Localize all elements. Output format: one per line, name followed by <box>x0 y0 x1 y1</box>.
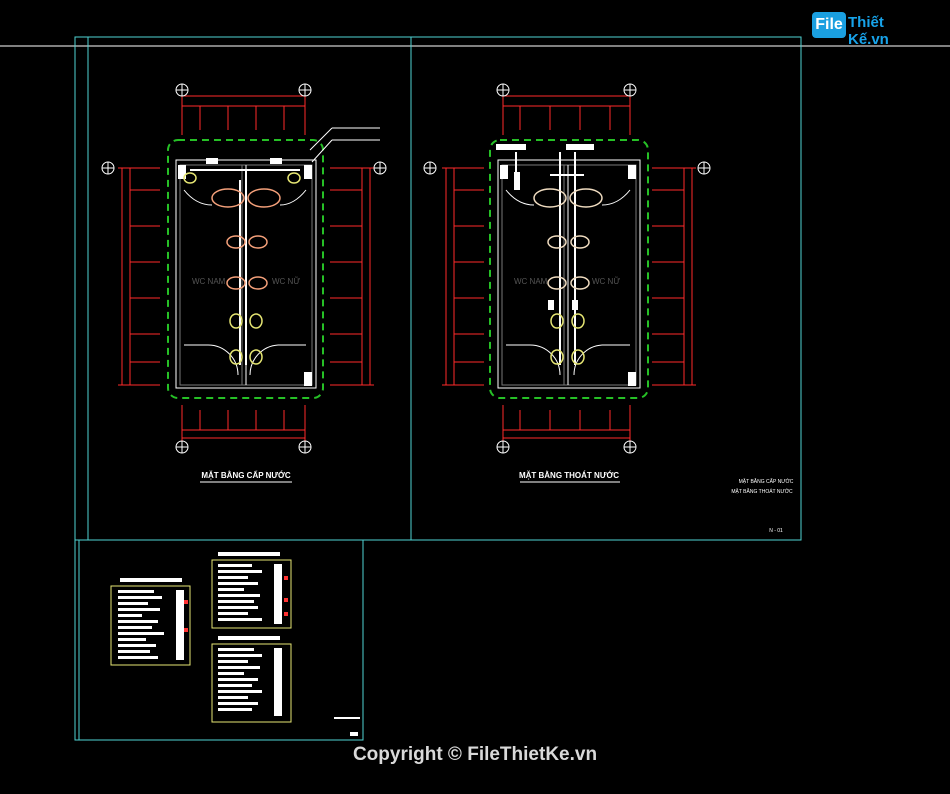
cad-drawing-canvas: WC NAM WC NỮ WC NAM WC NỮ MẶT BẰNG CẤP N… <box>0 36 950 741</box>
water-supply-plan <box>101 83 387 454</box>
copyright-watermark: Copyright © FileThietKe.vn <box>352 744 598 765</box>
legend-table-2 <box>211 552 292 629</box>
legend-table-1 <box>110 578 191 666</box>
room-label-left-nam: WC NAM <box>192 277 226 286</box>
room-label-right-nu: WC NỮ <box>592 277 620 286</box>
title-block-line-2: MẶT BẰNG THOÁT NƯỚC <box>731 487 793 495</box>
room-label-left-nu: WC NỮ <box>272 277 300 286</box>
logo-box: File <box>812 12 846 38</box>
plan-title-drainage: MẶT BẰNG THOÁT NƯỚC <box>519 471 619 480</box>
drainage-plan <box>423 83 711 454</box>
sheet-number: N - 01 <box>769 528 783 534</box>
title-block-line-1: MẶT BẰNG CẤP NƯỚC <box>739 477 794 485</box>
legend-table-3 <box>211 636 292 723</box>
filethietke-logo[interactable]: File Thiết Kế.vn <box>812 12 920 48</box>
plan-title-supply: MẶT BẰNG CẤP NƯỚC <box>201 470 291 480</box>
room-label-right-nam: WC NAM <box>514 277 548 286</box>
room-labels: WC NAM WC NỮ WC NAM WC NỮ <box>192 277 620 286</box>
scale-bar <box>334 717 360 736</box>
logo-text: Thiết Kế.vn <box>848 14 889 48</box>
